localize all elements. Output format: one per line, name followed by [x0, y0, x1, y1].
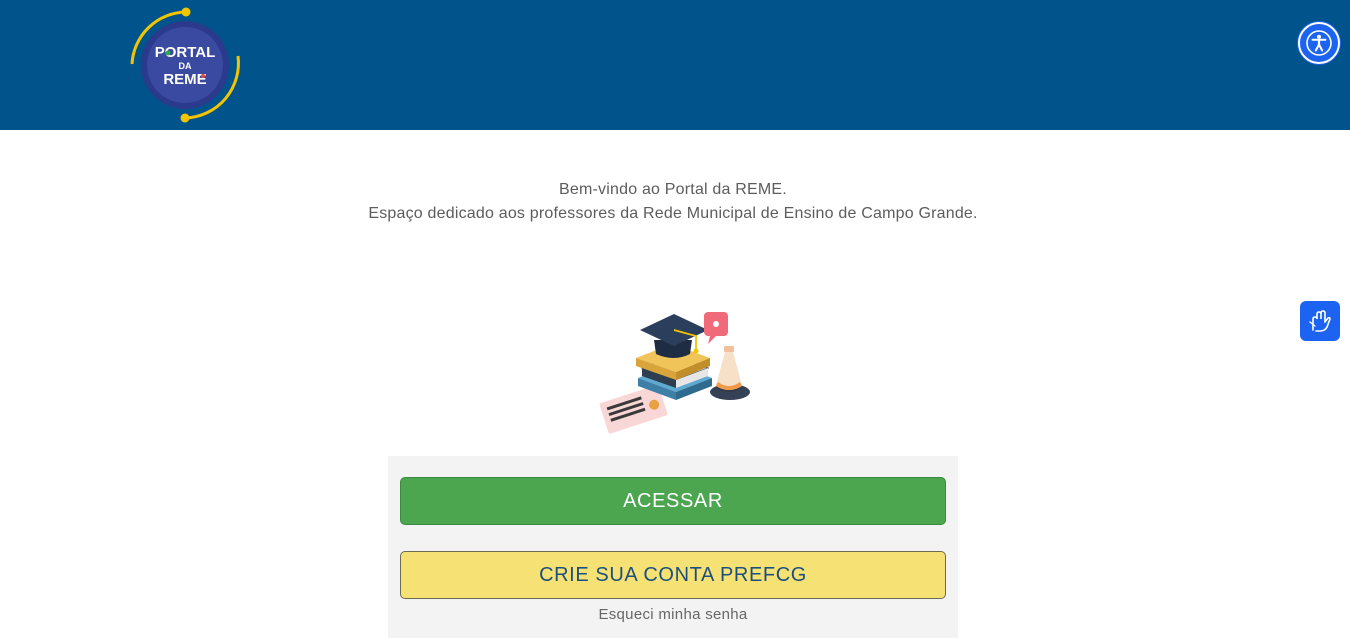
forgot-password-link[interactable]: Esqueci minha senha: [388, 606, 958, 623]
portal-reme-logo[interactable]: PORTAL DA REME: [128, 6, 242, 124]
login-panel: ACESSAR CRIE SUA CONTA PREFCG Esqueci mi…: [388, 456, 958, 638]
accessibility-icon: [1306, 30, 1332, 56]
access-button[interactable]: ACESSAR: [400, 477, 946, 525]
welcome-line-2: Espaço dedicado aos professores da Rede …: [368, 205, 978, 222]
sign-language-icon: [1309, 310, 1331, 332]
sign-language-button[interactable]: [1300, 301, 1340, 341]
logo-text-portal: PORTAL: [155, 44, 216, 61]
graduation-illustration: [599, 312, 750, 434]
create-account-button[interactable]: CRIE SUA CONTA PREFCG: [400, 551, 946, 599]
welcome-line-1: Bem-vindo ao Portal da REME.: [559, 181, 787, 198]
accessibility-button[interactable]: [1298, 22, 1340, 64]
logo-text-reme: REME: [163, 71, 206, 88]
logo-text-da: DA: [179, 61, 192, 71]
top-header: PORTAL DA REME: [0, 0, 1350, 130]
welcome-message: Bem-vindo ao Portal da REME. Espaço dedi…: [0, 178, 1346, 226]
